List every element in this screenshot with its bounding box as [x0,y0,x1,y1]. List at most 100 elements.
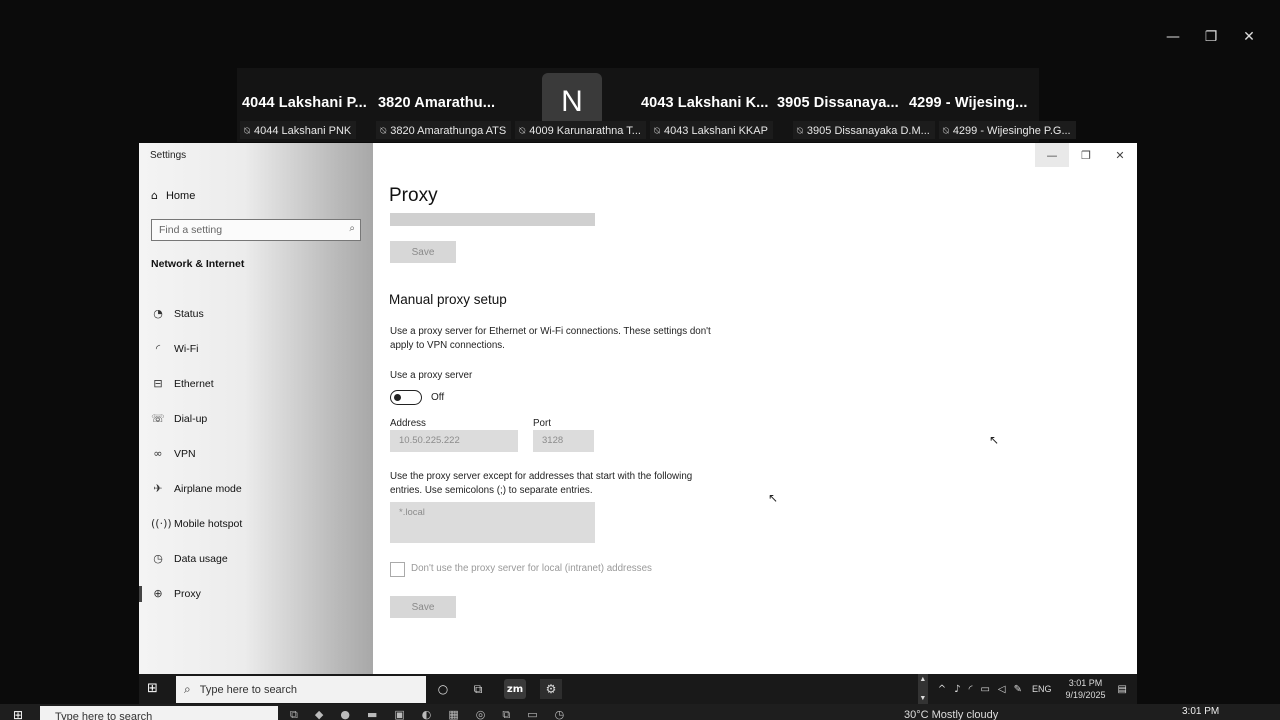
hotspot-icon: ((·)) [151,517,172,530]
app-icon[interactable]: ▭ [527,708,537,720]
section-title: Network & Internet [151,258,245,270]
sidebar-item-label: VPN [174,447,196,460]
airplane-icon: ✈ [153,482,163,495]
port-label: Port [533,418,551,429]
clock-icon[interactable]: ◷ [555,708,565,720]
sidebar-item-label: Airplane mode [174,482,242,495]
calculator-icon[interactable]: ▦ [448,708,458,720]
exceptions-field[interactable]: *.local [390,502,595,543]
weather-widget[interactable]: 30°C Mostly cloudy [904,709,998,720]
port-field[interactable]: 3128 [533,430,594,452]
app-icon[interactable]: ◆ [315,708,323,720]
participant-tag-label: 4043 Lakshani KKAP [663,125,768,137]
sidebar-item-mobile-hotspot[interactable]: ((·)) Mobile hotspot [139,506,373,541]
language-indicator[interactable]: ENG [1032,684,1052,694]
home-link[interactable]: ⌂ Home [151,189,195,202]
sidebar-item-wifi[interactable]: ◜ Wi-Fi [139,331,373,366]
host-search[interactable]: Type here to search [40,706,278,720]
sidebar-item-data-usage[interactable]: ◷ Data usage [139,541,373,576]
zoom-restore-button[interactable]: ❐ [1192,26,1230,48]
participant-tag[interactable]: ⍉ 4299 - Wijesinghe P.G... [938,121,1076,139]
pen-icon[interactable]: ✎ [1014,684,1022,695]
sidebar-item-ethernet[interactable]: ⊟ Ethernet [139,366,373,401]
minimize-button[interactable]: — [1035,143,1069,167]
taskbar-search-placeholder: Type here to search [199,683,297,696]
chevron-down-icon: ▼ [919,695,927,702]
settings-sidebar: Settings ⌂ Home Find a setting ⌕ Network… [139,143,373,674]
save-manual-button[interactable]: Save [390,596,456,618]
window-title: Settings [150,150,187,161]
search-icon: ⌕ [349,223,355,234]
sidebar-item-status[interactable]: ◔ Status [139,296,373,331]
app-icon[interactable]: ◐ [422,708,432,720]
zoom-close-button[interactable]: ✕ [1230,26,1268,48]
find-setting-input[interactable]: Find a setting ⌕ [151,219,361,241]
close-button[interactable]: ✕ [1103,143,1137,167]
app-icon[interactable]: ◎ [476,708,486,720]
participant-tag-label: 4044 Lakshani PNK [254,125,352,137]
screen: — ❐ ✕ 4044 Lakshani P... 3820 Amarathu..… [0,0,1280,720]
mouse-cursor-icon: ↖ [989,433,1000,447]
participant-name: 4044 Lakshani P... [242,95,367,111]
sidebar-item-proxy[interactable]: ⊕ Proxy [139,576,373,611]
volume-icon[interactable]: ◁ [998,684,1006,695]
chevron-up-icon: ▲ [919,676,927,683]
sidebar-item-airplane-mode[interactable]: ✈ Airplane mode [139,471,373,506]
zoom-window-controls: — ❐ ✕ [1154,26,1268,48]
participant-tag[interactable]: ⍉ 4009 Karunarathna T... [515,121,646,139]
task-view-icon[interactable]: ⧉ [290,708,298,720]
settings-gear-icon[interactable]: ⚙ [540,679,562,699]
home-label: Home [165,189,196,202]
folder-icon[interactable]: ▬ [367,708,377,720]
network-icon[interactable]: ◜ [969,684,973,695]
participant-tag[interactable]: ⍉ 4043 Lakshani KKAP [649,121,773,139]
restore-button[interactable]: ❐ [1069,143,1103,167]
setup-script-field[interactable] [390,213,595,226]
manual-proxy-heading: Manual proxy setup [389,292,507,307]
participant-tag-label: 3820 Amarathunga ATS [390,125,507,137]
settings-window: Settings ⌂ Home Find a setting ⌕ Network… [139,143,1137,674]
host-clock[interactable]: 3:01 PM [1182,706,1219,717]
windows-start-icon[interactable]: ⊞ [147,681,163,697]
use-proxy-toggle[interactable] [390,390,422,405]
participant-tag[interactable]: ⍉ 4044 Lakshani PNK [240,121,357,139]
participant-tag-row: ⍉ 4044 Lakshani PNK ⍉ 3820 Amarathunga ATS… [240,121,1076,139]
sidebar-item-vpn[interactable]: ∞ VPN [139,436,373,471]
taskbar-scroll[interactable]: ▲ ▼ [917,674,928,704]
settings-window-controls: — ❐ ✕ [1035,143,1137,167]
browser-icon[interactable]: ● [340,708,350,720]
microphone-icon[interactable]: ♪ [954,684,960,695]
participant-name: 3820 Amarathu... [378,95,496,111]
participant-name: 4299 - Wijesing... [909,95,1028,111]
chevron-up-icon[interactable]: ^ [938,684,946,695]
bypass-local-checkbox[interactable] [390,562,405,577]
cortana-icon[interactable]: ○ [432,679,454,699]
taskbar-search[interactable]: ⌕ Type here to search [176,676,426,703]
globe-icon: ⊕ [153,587,163,600]
notification-icon[interactable]: ▤ [1118,684,1127,695]
mic-muted-icon: ⍉ [796,125,803,137]
taskbar-clock[interactable]: 3:01 PM 9/19/2025 [1066,677,1106,701]
zoom-app-icon[interactable]: zm [504,679,526,699]
sidebar-item-dialup[interactable]: ☏ Dial-up [139,401,373,436]
host-pinned-apps: ⧉ ◆ ● ▬ ▣ ◐ ▦ ◎ ⧉ ▭ ◷ [290,708,564,720]
task-view-icon[interactable]: ⧉ [467,679,489,699]
app-icon[interactable]: ⧉ [502,708,510,720]
page-title: Proxy [389,185,438,206]
address-field[interactable]: 10.50.225.222 [390,430,518,452]
bypass-local-label: Don't use the proxy server for local (in… [411,563,652,574]
participant-tag[interactable]: ⍉ 3905 Dissanayaka D.M... [792,121,935,139]
participant-tag[interactable]: ⍉ 3820 Amarathunga ATS [376,121,512,139]
windows-start-icon[interactable]: ⊞ [13,708,23,720]
address-label: Address [390,418,426,429]
clock-time: 3:01 PM [1068,678,1103,688]
dialup-icon: ☏ [151,412,165,425]
battery-icon[interactable]: ▭ [980,684,989,695]
sidebar-item-label: Mobile hotspot [174,517,243,530]
manual-proxy-description: Use a proxy server for Ethernet or Wi-Fi… [390,326,711,351]
mouse-cursor-icon: ↖ [768,491,779,505]
app-icon[interactable]: ▣ [394,708,404,720]
zoom-minimize-button[interactable]: — [1154,26,1192,48]
system-tray: ▲ ▼ ^ ♪ ◜ ▭ ◁ ✎ ENG 3:01 PM 9/19/2025 ▤ [917,674,1137,704]
save-script-button[interactable]: Save [390,241,456,263]
